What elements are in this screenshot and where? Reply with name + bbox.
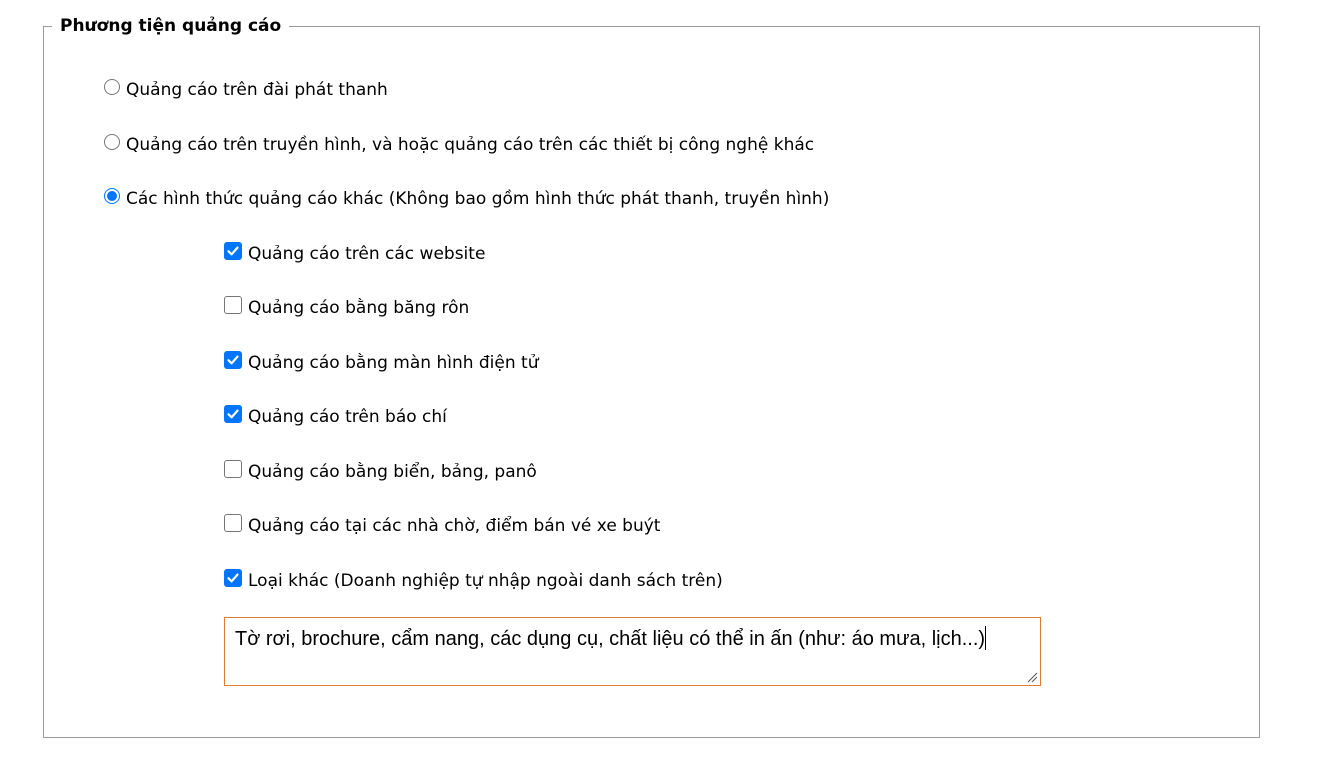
checkbox-label[interactable]: Quảng cáo bằng màn hình điện tử xyxy=(248,352,539,374)
check-icon xyxy=(227,246,239,256)
checkbox[interactable] xyxy=(224,569,242,587)
radio-label[interactable]: Quảng cáo trên truyền hình, và hoặc quản… xyxy=(126,134,814,156)
checkbox-label[interactable]: Quảng cáo tại các nhà chờ, điểm bán vé x… xyxy=(248,515,660,537)
radio-button[interactable] xyxy=(104,134,120,150)
radio-button[interactable] xyxy=(104,79,120,95)
radio-label[interactable]: Quảng cáo trên đài phát thanh xyxy=(126,79,388,101)
checkbox-option-website[interactable]: Quảng cáo trên các website xyxy=(224,242,485,265)
checkbox-label[interactable]: Loại khác (Doanh nghiệp tự nhập ngoài da… xyxy=(248,570,723,592)
fieldset-legend: Phương tiện quảng cáo xyxy=(52,15,290,37)
checkbox[interactable] xyxy=(224,351,242,369)
text-caret xyxy=(985,626,987,650)
textarea-value: Tờ rơi, brochure, cẩm nang, các dụng cụ,… xyxy=(235,628,986,650)
checkbox-option-other[interactable]: Loại khác (Doanh nghiệp tự nhập ngoài da… xyxy=(224,569,723,592)
radio-label[interactable]: Các hình thức quảng cáo khác (Không bao … xyxy=(126,188,829,210)
check-icon xyxy=(227,573,239,583)
checkbox[interactable] xyxy=(224,514,242,532)
checkbox-label[interactable]: Quảng cáo bằng biển, bảng, panô xyxy=(248,461,537,483)
checkbox-option-press[interactable]: Quảng cáo trên báo chí xyxy=(224,405,447,428)
checkbox-option-bus-stop[interactable]: Quảng cáo tại các nhà chờ, điểm bán vé x… xyxy=(224,514,660,537)
resize-grip-icon[interactable] xyxy=(1026,671,1038,683)
checkbox-label[interactable]: Quảng cáo trên báo chí xyxy=(248,406,447,428)
other-media-textarea[interactable]: Tờ rơi, brochure, cẩm nang, các dụng cụ,… xyxy=(224,617,1041,686)
radio-option-radio[interactable]: Quảng cáo trên đài phát thanh xyxy=(104,79,388,101)
radio-button[interactable] xyxy=(104,188,120,204)
radio-option-other-forms[interactable]: Các hình thức quảng cáo khác (Không bao … xyxy=(104,188,829,210)
checkbox[interactable] xyxy=(224,296,242,314)
checkbox-option-electronic-screen[interactable]: Quảng cáo bằng màn hình điện tử xyxy=(224,351,539,374)
checkbox-label[interactable]: Quảng cáo bằng băng rôn xyxy=(248,297,469,319)
checkbox[interactable] xyxy=(224,460,242,478)
checkbox-label[interactable]: Quảng cáo trên các website xyxy=(248,243,485,265)
checkbox[interactable] xyxy=(224,405,242,423)
checkbox[interactable] xyxy=(224,242,242,260)
checkbox-option-banner[interactable]: Quảng cáo bằng băng rôn xyxy=(224,296,469,319)
check-icon xyxy=(227,409,239,419)
check-icon xyxy=(227,355,239,365)
radio-option-tv[interactable]: Quảng cáo trên truyền hình, và hoặc quản… xyxy=(104,134,814,156)
checkbox-option-billboard[interactable]: Quảng cáo bằng biển, bảng, panô xyxy=(224,460,537,483)
